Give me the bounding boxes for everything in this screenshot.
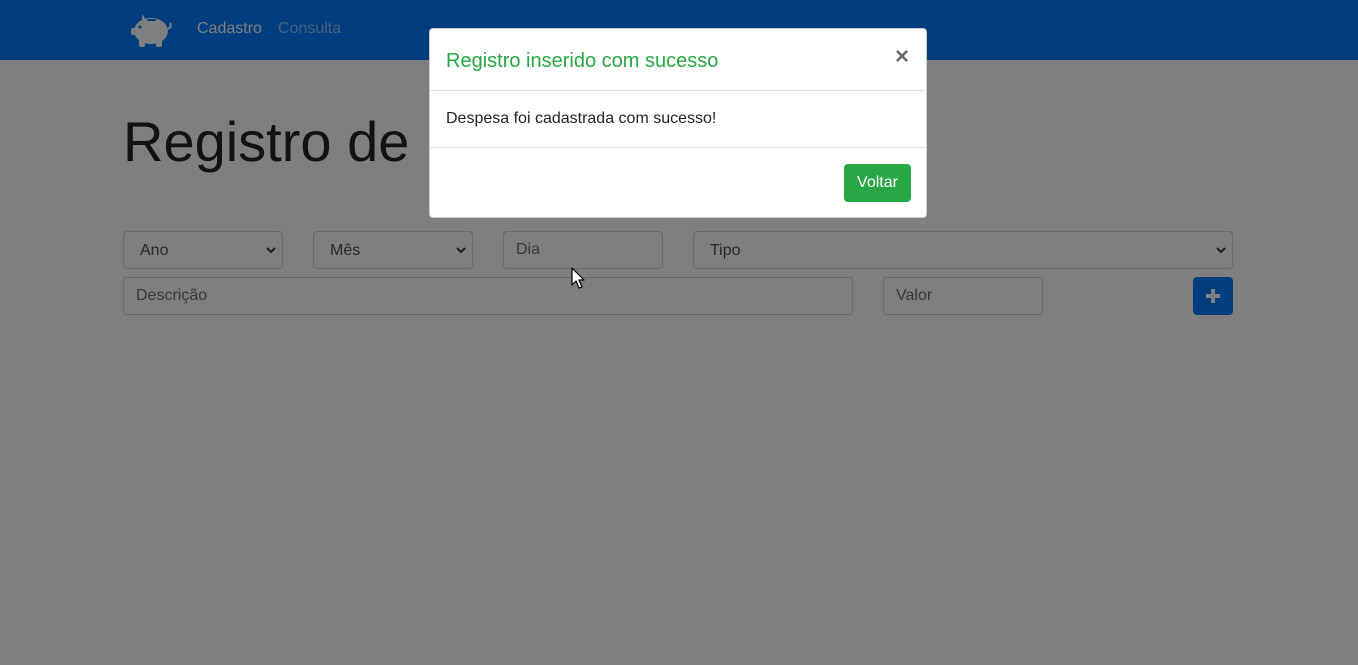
modal-title: Registro inserido com sucesso [446,50,719,72]
modal-body-text: Despesa foi cadastrada com sucesso! [446,110,717,127]
modal-footer: Voltar [430,147,926,219]
modal-header: Registro inserido com sucesso × [430,29,926,91]
page: Cadastro Consulta Registro de Ano Mês Ti… [0,0,1358,665]
close-icon[interactable]: × [890,43,914,71]
success-modal: Registro inserido com sucesso × Despesa … [429,28,927,218]
voltar-button[interactable]: Voltar [844,164,911,202]
mouse-pointer-icon [571,267,585,289]
